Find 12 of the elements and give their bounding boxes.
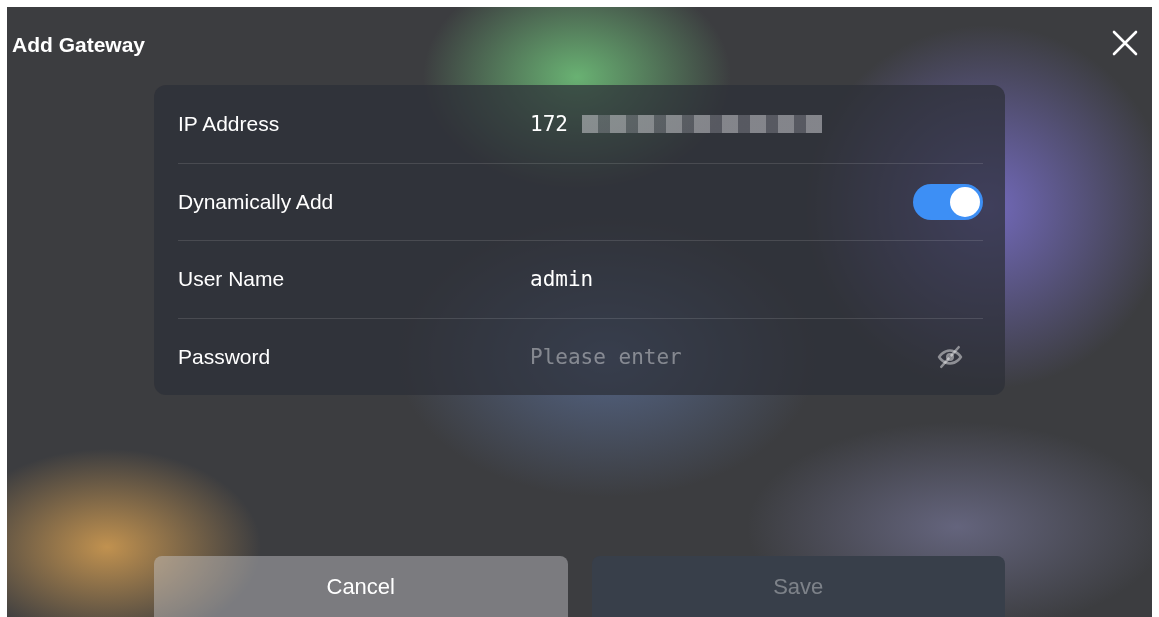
field-label: User Name <box>178 267 286 292</box>
close-icon[interactable] <box>1110 28 1140 58</box>
input-field[interactable]: admin <box>530 267 983 292</box>
dialog-title: Add Gateway <box>12 33 146 57</box>
cancel-button[interactable]: Cancel <box>154 556 568 617</box>
field-label: Password <box>178 344 272 369</box>
input-field[interactable]: Please enter <box>530 344 937 369</box>
toggle-switch[interactable] <box>913 183 983 220</box>
ip-address-value: 172 <box>530 111 568 136</box>
eye-off-icon[interactable] <box>937 343 963 370</box>
field-label: IP Address <box>178 111 281 136</box>
field-label: Dynamically Add <box>178 189 335 214</box>
